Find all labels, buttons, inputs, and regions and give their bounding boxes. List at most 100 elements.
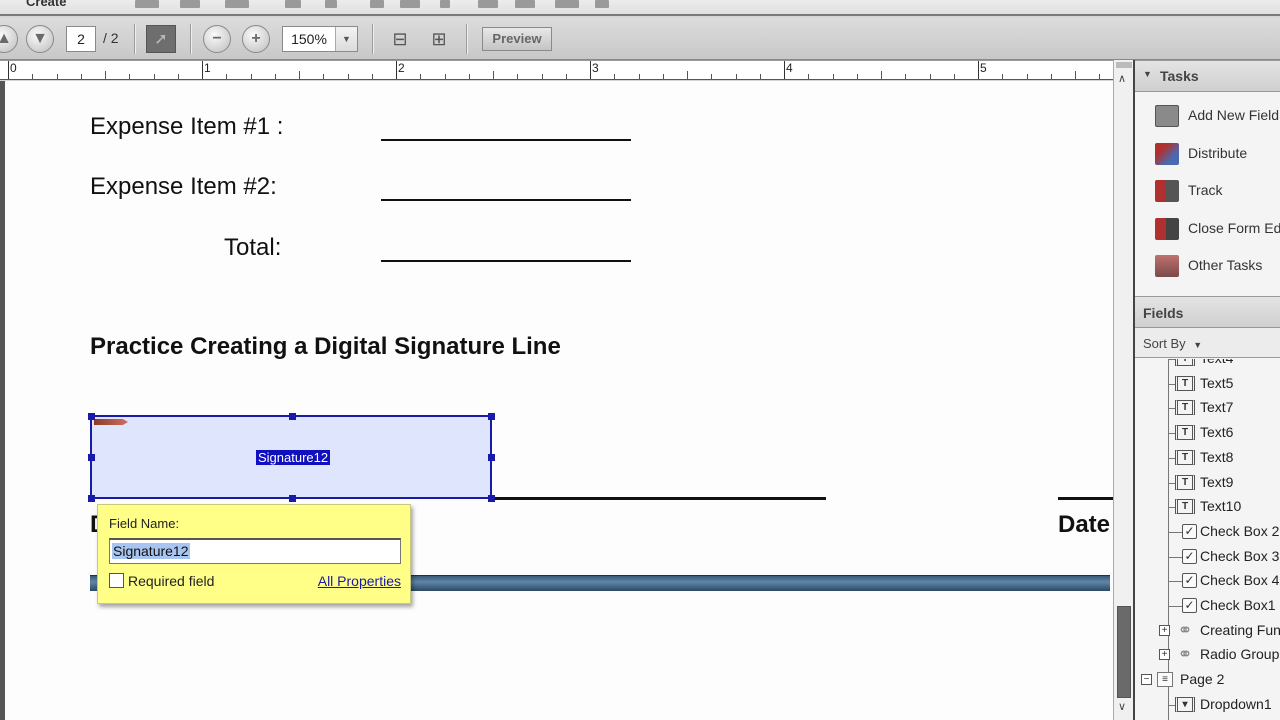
next-page-button[interactable]: ▼: [26, 25, 54, 53]
tool-icon[interactable]: [325, 0, 337, 8]
tree-item[interactable]: + ⚭ Radio Group2: [1135, 643, 1280, 667]
tree-item[interactable]: ✓ Check Box 4: [1135, 569, 1280, 593]
zoom-in-button[interactable]: +: [242, 25, 270, 53]
tool-icon[interactable]: [595, 0, 609, 8]
ruler-minor-tick: [250, 74, 252, 79]
tasks-header[interactable]: ▼ Tasks: [1135, 60, 1280, 92]
tool-icon[interactable]: [285, 0, 301, 8]
resize-handle-w[interactable]: [88, 454, 95, 461]
required-field-checkbox[interactable]: [109, 573, 124, 588]
select-tool-button[interactable]: ➚: [146, 25, 176, 53]
signature-field[interactable]: Signature12: [88, 413, 495, 502]
task-other-tasks[interactable]: Other Tasks: [1135, 251, 1280, 281]
date-label: Date: [1058, 511, 1111, 538]
vertical-scrollbar[interactable]: ∧ ∨: [1113, 60, 1133, 720]
tool-icon[interactable]: [370, 0, 384, 8]
arrow-up-icon: ▲: [0, 30, 12, 47]
tree-item[interactable]: ✓ Check Box 3: [1135, 545, 1280, 569]
open-icon[interactable]: [135, 0, 159, 8]
task-close-form-editing[interactable]: Close Form Editing: [1135, 214, 1280, 244]
ruler-minor-tick: [929, 74, 931, 79]
resize-handle-sw[interactable]: [88, 495, 95, 502]
text-field-icon: T: [1175, 359, 1195, 366]
print-icon[interactable]: [225, 0, 249, 8]
field-name-input[interactable]: Signature12: [109, 538, 401, 564]
tool-icon[interactable]: [440, 0, 450, 8]
resize-handle-nw[interactable]: [88, 413, 95, 420]
tree-connector: [1168, 556, 1182, 558]
ruler-minor-tick: [274, 74, 276, 79]
required-field-label[interactable]: Required field: [128, 573, 214, 589]
task-track[interactable]: Track: [1135, 176, 1280, 206]
fit-width-button[interactable]: ⊞: [426, 26, 452, 52]
tree-item[interactable]: T Text9: [1135, 471, 1280, 495]
scroll-up-icon[interactable]: ∧: [1118, 72, 1126, 85]
tree-item[interactable]: ▾ Dropdown1: [1135, 693, 1280, 717]
task-label: Other Tasks: [1188, 257, 1263, 273]
scroll-down-icon[interactable]: ∨: [1118, 700, 1126, 713]
expand-icon[interactable]: +: [1159, 624, 1170, 636]
text-field-icon: T: [1175, 474, 1195, 490]
previous-page-button[interactable]: ▲: [0, 25, 18, 53]
resize-handle-ne[interactable]: [488, 413, 495, 420]
text-field-icon: T: [1175, 375, 1195, 391]
toolbar-divider: [190, 24, 192, 54]
tree-item[interactable]: T Text6: [1135, 421, 1280, 445]
all-properties-link[interactable]: All Properties: [318, 573, 401, 589]
tree-item[interactable]: T Text7: [1135, 396, 1280, 420]
briefcase-icon: [1155, 255, 1179, 277]
ruler-minor-tick: [347, 74, 349, 79]
scrollbar-thumb[interactable]: [1117, 606, 1131, 698]
ruler-label: 3: [592, 61, 599, 75]
sort-by-dropdown[interactable]: Sort By ▼: [1135, 328, 1280, 358]
ruler-minor-tick: [105, 71, 106, 79]
resize-handle-e[interactable]: [488, 454, 495, 461]
tree-item-label: Creating Fun: [1200, 621, 1280, 638]
split-handle[interactable]: [1116, 62, 1132, 68]
page-edge: [0, 81, 5, 720]
tree-item[interactable]: T Text5: [1135, 372, 1280, 396]
collapse-icon[interactable]: −: [1141, 674, 1152, 686]
page-total: / 2: [103, 30, 119, 46]
expand-icon[interactable]: +: [1159, 649, 1170, 661]
expense-item-2-line: [381, 199, 631, 201]
ruler-minor-tick: [444, 74, 446, 79]
tool-icon[interactable]: [555, 0, 579, 8]
ruler-label: 5: [980, 61, 987, 75]
tree-item[interactable]: T Text10: [1135, 495, 1280, 519]
create-menu[interactable]: Create: [26, 0, 66, 9]
tree-item[interactable]: T Text4: [1135, 359, 1280, 371]
preview-button[interactable]: Preview: [482, 27, 552, 51]
tasks-title: Tasks: [1160, 68, 1199, 84]
ruler-minor-tick: [953, 74, 955, 79]
resize-handle-n[interactable]: [289, 413, 296, 420]
tool-icon[interactable]: [515, 0, 535, 8]
task-add-new-field[interactable]: Add New Field: [1135, 101, 1280, 131]
tree-item[interactable]: ✓ Check Box 2: [1135, 520, 1280, 544]
chevron-down-icon[interactable]: ▼: [335, 27, 357, 51]
fit-page-button[interactable]: ⊟: [387, 26, 413, 52]
ruler-minor-tick: [1099, 74, 1101, 79]
tree-item[interactable]: T Text8: [1135, 446, 1280, 470]
resize-handle-se[interactable]: [488, 495, 495, 502]
task-distribute[interactable]: Distribute: [1135, 139, 1280, 169]
zoom-out-button[interactable]: −: [203, 25, 231, 53]
zoom-select[interactable]: 150% ▼: [282, 26, 358, 52]
field-name-value[interactable]: Signature12: [112, 543, 190, 559]
tree-item[interactable]: − ≡ Page 2: [1135, 668, 1280, 692]
collapse-triangle-icon[interactable]: ▼: [1143, 69, 1152, 79]
page-number-input[interactable]: 2: [66, 26, 96, 52]
ruler-minor-tick: [32, 74, 34, 79]
task-label: Track: [1188, 182, 1223, 198]
resize-handle-s[interactable]: [289, 495, 296, 502]
top-toolbar: Create: [0, 0, 1280, 16]
tree-connector: [1168, 606, 1182, 607]
tool-icon[interactable]: [400, 0, 420, 8]
save-icon[interactable]: [180, 0, 200, 8]
zoom-value[interactable]: 150%: [283, 27, 335, 51]
ruler-minor-tick: [56, 74, 58, 79]
fields-header[interactable]: Fields: [1135, 296, 1280, 328]
tree-item[interactable]: + ⚭ Creating Fun: [1135, 619, 1280, 643]
tree-item[interactable]: ✓ Check Box1: [1135, 594, 1280, 618]
tool-icon[interactable]: [478, 0, 498, 8]
